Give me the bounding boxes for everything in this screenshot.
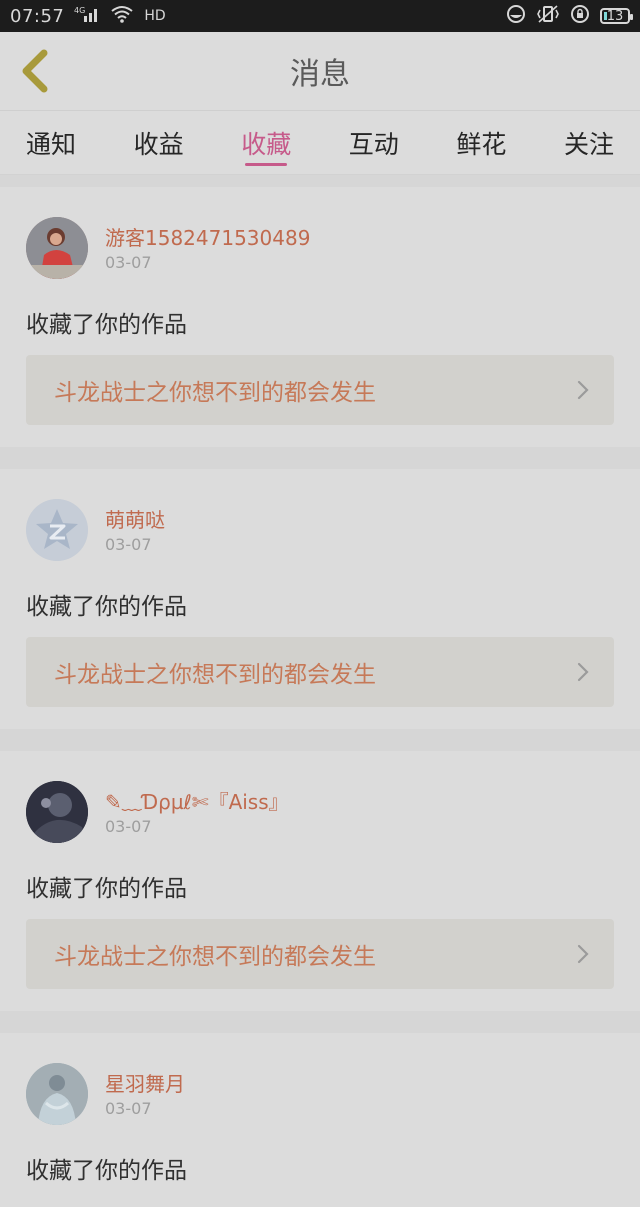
message-meta: ✎﹏Ɗρµℓ✄『Aiss』 03-07: [105, 789, 289, 836]
avatar[interactable]: [26, 499, 88, 561]
eye-care-icon: [506, 4, 526, 28]
message-card: 萌萌哒 03-07 收藏了你的作品 斗龙战士之你想不到的都会发生: [0, 469, 640, 729]
default-avatar-icon: [26, 499, 88, 561]
action-text: 收藏了你的作品: [26, 594, 187, 620]
tab-notifications[interactable]: 通知: [26, 111, 76, 175]
tab-favorites[interactable]: 收藏: [241, 111, 291, 175]
message-date: 03-07: [105, 534, 152, 554]
username[interactable]: 萌萌哒: [105, 507, 165, 533]
action-text: 收藏了你的作品: [26, 1158, 187, 1184]
action-text: 收藏了你的作品: [26, 312, 187, 338]
username[interactable]: 游客1582471530489: [105, 225, 310, 251]
rotation-lock-icon: [570, 4, 590, 28]
message-card: 游客1582471530489 03-07 收藏了你的作品 斗龙战士之你想不到的…: [0, 187, 640, 447]
status-left: 07:57 4G HD: [10, 5, 166, 27]
avatar[interactable]: [26, 217, 88, 279]
battery-icon: 13: [600, 8, 633, 24]
message-header: 游客1582471530489 03-07: [26, 217, 614, 279]
message-meta: 萌萌哒 03-07: [105, 507, 165, 554]
message-header: 星羽舞月 03-07: [26, 1063, 614, 1125]
vibrate-icon: [536, 4, 560, 28]
status-time: 07:57: [10, 5, 65, 27]
message-card: ✎﹏Ɗρµℓ✄『Aiss』 03-07 收藏了你的作品 斗龙战士之你想不到的都会…: [0, 751, 640, 1011]
back-button[interactable]: [14, 48, 54, 94]
work-link[interactable]: 斗龙战士之你想不到的都会发生: [26, 355, 614, 425]
tab-interactions[interactable]: 互动: [349, 111, 399, 175]
chevron-right-icon: [577, 944, 589, 964]
top-navigation-bar: 消息: [0, 32, 640, 111]
chevron-right-icon: [577, 380, 589, 400]
message-date: 03-07: [105, 1098, 152, 1118]
status-right: 13: [506, 4, 633, 28]
chevron-right-icon: [577, 662, 589, 682]
tab-flowers[interactable]: 鲜花: [456, 111, 506, 175]
work-title: 斗龙战士之你想不到的都会发生: [54, 662, 376, 688]
avatar[interactable]: [26, 781, 88, 843]
wifi-icon: [110, 5, 134, 27]
username[interactable]: ✎﹏Ɗρµℓ✄『Aiss』: [105, 789, 289, 815]
work-link[interactable]: 斗龙战士之你想不到的都会发生: [26, 919, 614, 989]
message-tabs: 通知 收益 收藏 互动 鲜花 关注: [0, 111, 640, 175]
work-title: 斗龙战士之你想不到的都会发生: [54, 944, 376, 970]
message-header: 萌萌哒 03-07: [26, 499, 614, 561]
chevron-left-icon: [22, 49, 48, 93]
tab-follows[interactable]: 关注: [564, 111, 614, 175]
message-meta: 游客1582471530489 03-07: [105, 225, 310, 272]
battery-level: 13: [606, 8, 624, 24]
message-card: 星羽舞月 03-07 收藏了你的作品: [0, 1033, 640, 1207]
tab-earnings[interactable]: 收益: [134, 111, 184, 175]
message-meta: 星羽舞月 03-07: [105, 1071, 185, 1118]
message-header: ✎﹏Ɗρµℓ✄『Aiss』 03-07: [26, 781, 614, 843]
action-text: 收藏了你的作品: [26, 876, 187, 902]
message-list: 游客1582471530489 03-07 收藏了你的作品 斗龙战士之你想不到的…: [0, 175, 640, 1207]
network-type-label: 4G: [74, 6, 85, 15]
signal-icon: 4G: [74, 6, 100, 26]
avatar[interactable]: [26, 1063, 88, 1125]
hd-icon: HD: [144, 8, 166, 24]
username[interactable]: 星羽舞月: [105, 1071, 185, 1097]
work-title: 斗龙战士之你想不到的都会发生: [54, 380, 376, 406]
page-title: 消息: [290, 57, 350, 92]
message-date: 03-07: [105, 252, 152, 272]
status-bar: 07:57 4G HD 13: [0, 0, 640, 32]
work-link[interactable]: 斗龙战士之你想不到的都会发生: [26, 637, 614, 707]
message-date: 03-07: [105, 816, 152, 836]
